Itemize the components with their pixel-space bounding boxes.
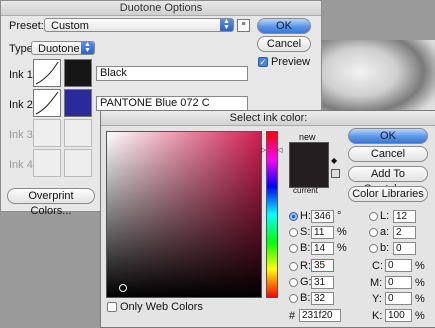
color-field[interactable] <box>106 131 262 298</box>
new-label: new <box>299 132 316 142</box>
a-input[interactable]: 2 <box>393 226 416 239</box>
s-label: S: <box>300 226 311 238</box>
cube-icon[interactable]: ◆ <box>331 156 337 165</box>
ok-button[interactable]: OK <box>348 128 428 144</box>
blue-input[interactable]: 32 <box>311 292 334 305</box>
k-input[interactable]: 100 <box>385 309 412 322</box>
r-input[interactable]: 35 <box>311 259 334 272</box>
slider-left-arrow-icon[interactable]: ▷ <box>261 146 266 154</box>
blue-label: B: <box>300 292 311 304</box>
s-unit: % <box>337 226 347 238</box>
color-libraries-button[interactable]: Color Libraries <box>348 186 428 202</box>
c-input[interactable]: 0 <box>385 259 412 272</box>
ink1-curve-box[interactable] <box>33 59 61 87</box>
ink2-color-swatch[interactable] <box>64 89 92 117</box>
type-select[interactable]: Duotone ▲ ▼ <box>31 41 95 55</box>
l-label: L: <box>380 210 390 222</box>
m-label: M: <box>370 277 383 289</box>
select-arrows-icon: ▲ ▼ <box>81 41 94 54</box>
c-unit: % <box>415 260 425 272</box>
m-input[interactable]: 0 <box>385 276 412 289</box>
g-radio[interactable] <box>289 278 298 287</box>
ink2-curve-box[interactable] <box>33 89 61 117</box>
lab-b-input[interactable]: 0 <box>393 242 416 255</box>
blue-radio[interactable] <box>289 294 298 303</box>
only-web-colors-label: Only Web Colors <box>120 301 203 313</box>
k-label: K: <box>372 310 383 322</box>
picker-title: Select ink color: <box>101 111 435 126</box>
l-input[interactable]: 12 <box>393 210 416 223</box>
color-cursor-icon[interactable] <box>119 284 127 292</box>
ink3-curve-box <box>33 119 61 147</box>
h-input[interactable]: 346 <box>311 210 334 223</box>
preview-checkbox[interactable]: ✓ <box>258 57 268 67</box>
s-input[interactable]: 11 <box>311 226 334 239</box>
h-label: H: <box>300 210 311 222</box>
ink4-label: Ink 4: <box>9 159 36 171</box>
preview-label: Preview <box>271 56 311 68</box>
b-input[interactable]: 14 <box>311 242 334 255</box>
hex-label: # <box>289 310 296 322</box>
b-unit: % <box>337 242 347 254</box>
preset-select[interactable]: Custom ▲ ▼ <box>44 18 234 32</box>
background-photo <box>310 40 435 120</box>
color-picker-dialog: Select ink color: ▷ ◁ new current ◆ OK C… <box>100 110 435 328</box>
cancel-button[interactable]: Cancel <box>257 36 311 52</box>
preset-label: Preset: <box>9 20 44 32</box>
h-unit: ° <box>337 210 342 222</box>
ink3-label: Ink 3: <box>9 129 36 141</box>
ink1-name-field[interactable]: Black <box>96 66 248 81</box>
c-label: C: <box>372 260 383 272</box>
ok-button[interactable]: OK <box>257 18 311 34</box>
overprint-colors-button[interactable]: Overprint Colors... <box>7 188 95 217</box>
ink3-color-swatch <box>64 119 92 147</box>
ink1-label: Ink 1: <box>9 69 36 81</box>
y-unit: % <box>415 293 425 305</box>
b-radio[interactable] <box>289 244 298 253</box>
a-radio[interactable] <box>369 228 378 237</box>
ink4-color-swatch <box>64 149 92 177</box>
ink2-name-field[interactable]: PANTONE Blue 072 C <box>96 96 248 111</box>
web-safe-icon[interactable] <box>331 169 340 178</box>
curve-icon <box>35 91 59 115</box>
hue-slider[interactable] <box>266 131 278 298</box>
preset-menu-icon[interactable]: ≡ <box>237 19 250 32</box>
h-radio[interactable] <box>289 212 298 221</box>
b-label: B: <box>300 242 311 254</box>
r-label: R: <box>300 260 311 272</box>
y-input[interactable]: 0 <box>385 292 412 305</box>
dialog-title: Duotone Options <box>1 1 321 16</box>
preset-value: Custom <box>51 20 89 32</box>
slider-right-arrow-icon[interactable]: ◁ <box>277 146 282 154</box>
r-radio[interactable] <box>289 262 298 271</box>
add-to-swatches-button[interactable]: Add To Swatches <box>348 166 428 195</box>
hex-input[interactable]: 231f20 <box>299 309 341 322</box>
only-web-colors-checkbox[interactable] <box>107 302 117 312</box>
m-unit: % <box>415 277 425 289</box>
a-label: a: <box>380 226 390 238</box>
ink1-color-swatch[interactable] <box>64 59 92 87</box>
g-input[interactable]: 31 <box>311 276 334 289</box>
s-radio[interactable] <box>289 228 298 237</box>
select-arrows-icon: ▲ ▼ <box>220 18 233 31</box>
curve-icon <box>35 61 59 85</box>
cancel-button[interactable]: Cancel <box>348 146 428 162</box>
y-label: Y: <box>372 293 382 305</box>
lab-b-radio[interactable] <box>369 244 378 253</box>
ink4-curve-box <box>33 149 61 177</box>
current-label: current <box>293 186 318 195</box>
color-preview <box>289 142 329 188</box>
lab-b-label: b: <box>380 242 390 254</box>
ink2-label: Ink 2: <box>9 99 36 111</box>
k-unit: % <box>415 310 425 322</box>
l-radio[interactable] <box>369 212 378 221</box>
g-label: G: <box>300 276 312 288</box>
type-value: Duotone <box>38 43 80 55</box>
